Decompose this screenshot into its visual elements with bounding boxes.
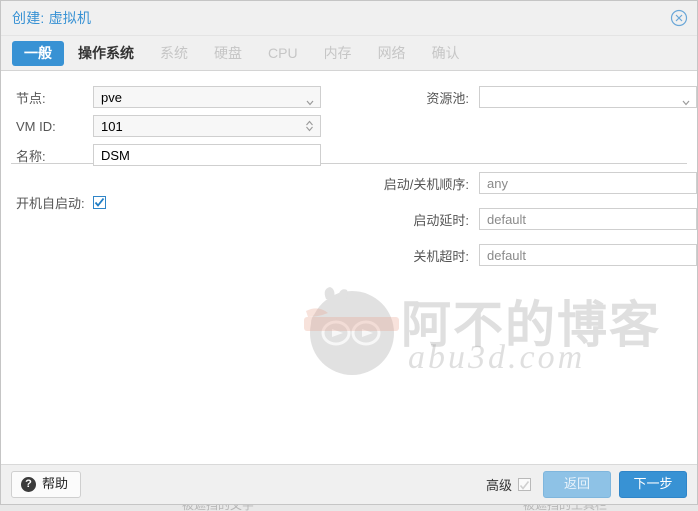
tab-confirm[interactable]: 确认 — [420, 41, 472, 66]
vmid-label: VM ID: — [16, 118, 56, 134]
startup-order-input[interactable]: any — [479, 172, 697, 194]
clipped-text-left: 被遮挡的文字 — [182, 505, 254, 511]
tab-cpu[interactable]: CPU — [256, 41, 310, 66]
node-value: pve — [101, 89, 122, 105]
field-node: 节点: pve — [1, 83, 346, 111]
field-autostart: 开机自启动: — [1, 188, 346, 216]
create-vm-dialog: 创建: 虚拟机 一般 操作系统 系统 硬盘 CPU 内存 网络 确认 节点: p… — [0, 0, 698, 505]
name-input[interactable]: DSM — [93, 144, 321, 166]
back-button[interactable]: 返回 — [543, 471, 611, 498]
spinner-updown-icon[interactable] — [305, 120, 314, 132]
help-label: 帮助 — [42, 476, 69, 492]
clipped-text-right: 被遮挡的工具栏 — [523, 505, 607, 511]
form-column-right: 资源池: 启动/关机顺序: any 启动延时: default 关机超时: de… — [346, 71, 697, 270]
dialog-title: 创建: 虚拟机 — [12, 10, 92, 26]
shutdown-timeout-value: default — [487, 247, 527, 263]
dialog-titlebar: 创建: 虚拟机 — [1, 1, 697, 36]
form-column-left: 节点: pve VM ID: 101 名称: DSM 开机自启动: — [1, 71, 346, 217]
name-label: 名称: — [16, 148, 46, 164]
field-name: 名称: DSM — [1, 141, 346, 169]
tab-memory[interactable]: 内存 — [312, 41, 364, 66]
autostart-checkbox[interactable] — [93, 195, 106, 209]
advanced-toggle[interactable]: 高级 — [486, 475, 531, 494]
startup-delay-input[interactable]: default — [479, 208, 697, 230]
watermark-overlay: 阿不的博客 abu3d.com — [296, 283, 696, 383]
vmid-stepper[interactable]: 101 — [93, 115, 321, 137]
watermark-mascot-icon — [296, 283, 401, 381]
next-button[interactable]: 下一步 — [619, 471, 687, 498]
watermark-subtext: abu3d.com — [408, 339, 586, 376]
field-startup-delay: 启动延时: default — [346, 205, 697, 233]
help-button[interactable]: ? 帮助 — [11, 471, 82, 498]
node-label: 节点: — [16, 90, 46, 106]
watermark-text: 阿不的博客 — [401, 296, 661, 354]
dialog-footer: ? 帮助 高级 返回 下一步 — [1, 464, 697, 504]
startup-delay-value: default — [487, 211, 527, 227]
shutdown-timeout-input[interactable]: default — [479, 244, 697, 266]
chevron-down-icon — [306, 95, 314, 106]
autostart-label: 开机自启动: — [16, 195, 85, 211]
tab-os[interactable]: 操作系统 — [66, 41, 146, 66]
close-icon[interactable] — [670, 9, 688, 27]
wizard-form-area: 节点: pve VM ID: 101 名称: DSM 开机自启动: 资源池: 启… — [1, 71, 697, 464]
node-select[interactable]: pve — [93, 86, 321, 108]
field-startup-order: 启动/关机顺序: any — [346, 169, 697, 197]
question-mark-icon: ? — [21, 477, 36, 492]
chevron-down-icon — [682, 95, 690, 106]
tab-disk[interactable]: 硬盘 — [202, 41, 254, 66]
startup-order-label: 启动/关机顺序: — [383, 176, 469, 192]
field-vmid: VM ID: 101 — [1, 112, 346, 140]
tab-general[interactable]: 一般 — [12, 40, 64, 66]
startup-order-value: any — [487, 175, 508, 191]
pool-label: 资源池: — [426, 90, 469, 106]
field-shutdown-timeout: 关机超时: default — [346, 241, 697, 269]
clipped-background-strip: 被遮挡的文字 被遮挡的工具栏 — [0, 505, 698, 511]
tab-network[interactable]: 网络 — [366, 41, 418, 66]
vmid-value: 101 — [101, 118, 123, 134]
tab-system[interactable]: 系统 — [148, 41, 200, 66]
field-pool: 资源池: — [346, 83, 697, 111]
shutdown-timeout-label: 关机超时: — [413, 248, 469, 264]
advanced-checkbox[interactable] — [518, 478, 531, 491]
wizard-tabbar: 一般 操作系统 系统 硬盘 CPU 内存 网络 确认 — [1, 36, 697, 71]
advanced-label: 高级 — [485, 478, 512, 493]
name-value: DSM — [101, 147, 130, 163]
pool-select[interactable] — [479, 86, 697, 108]
startup-delay-label: 启动延时: — [413, 212, 469, 228]
